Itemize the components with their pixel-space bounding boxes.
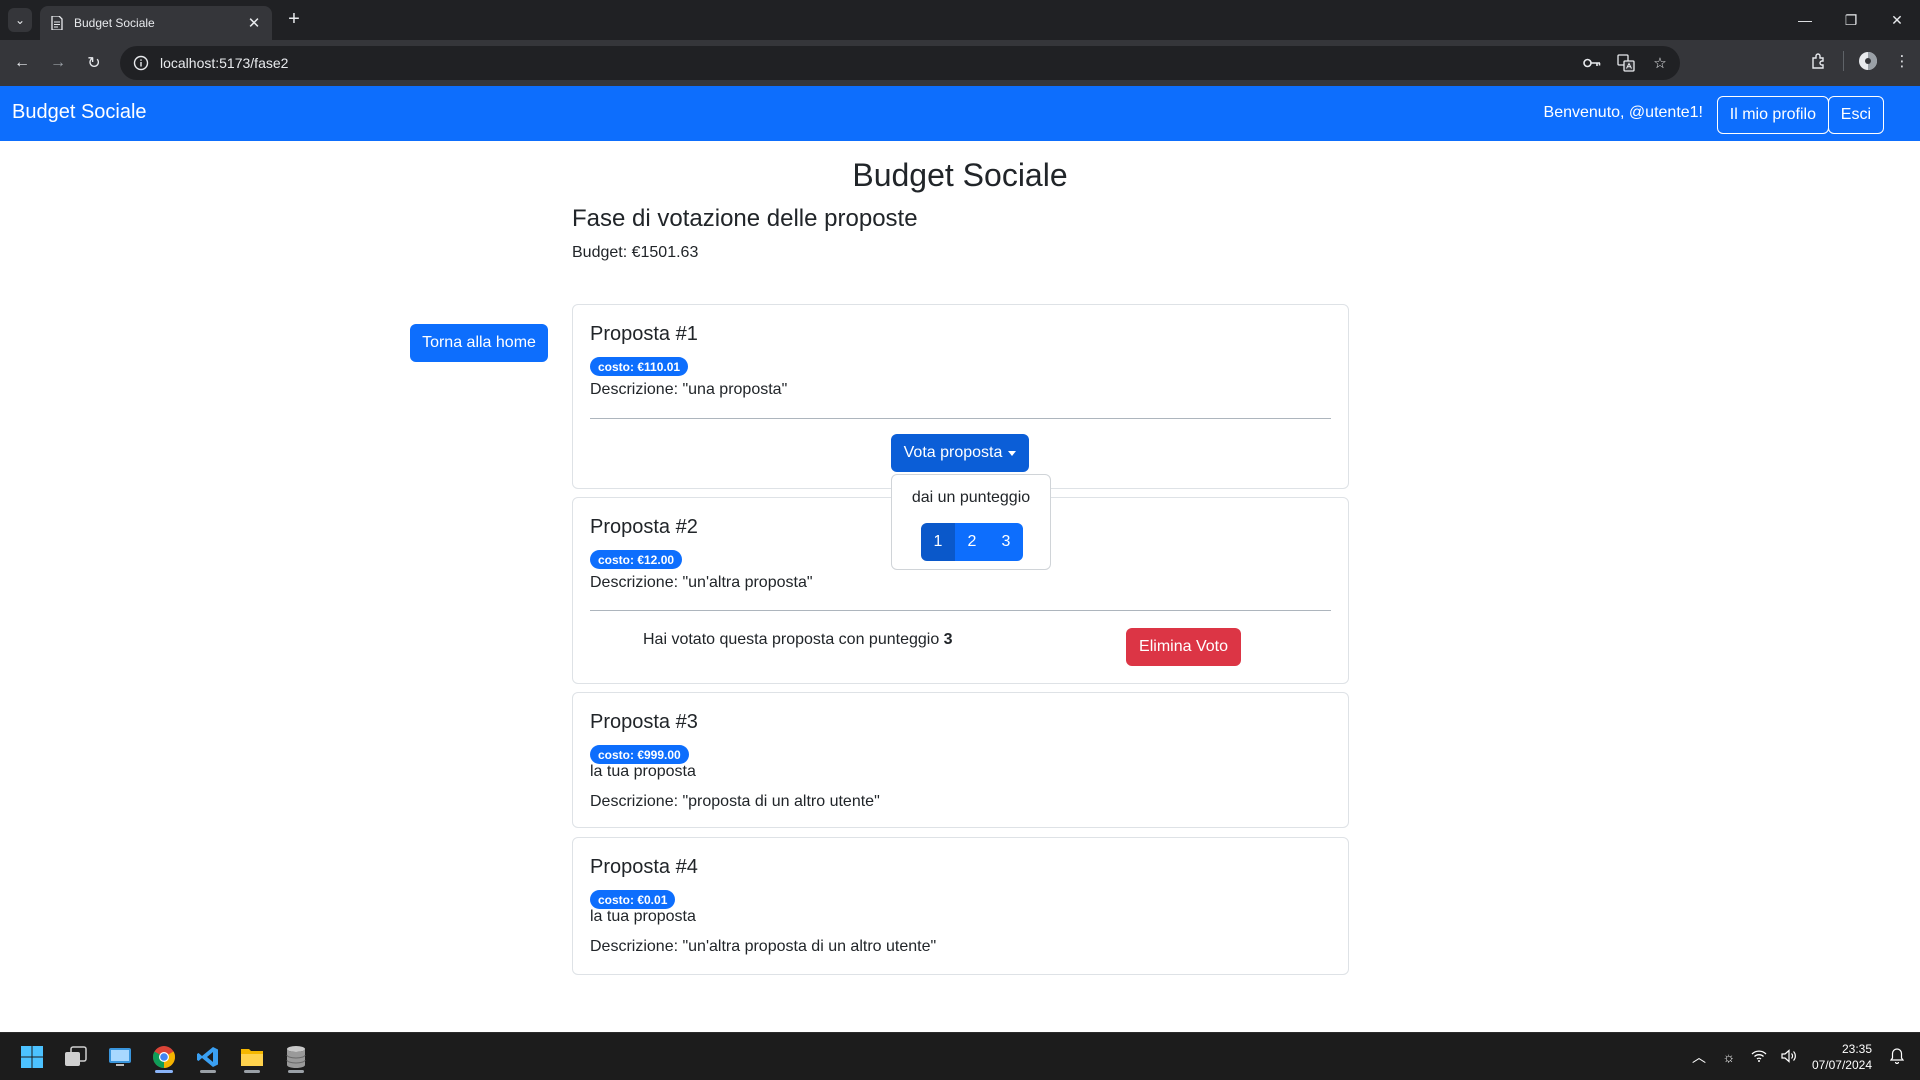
proposal-title: Proposta #3 — [590, 711, 698, 733]
folder-icon — [241, 1049, 263, 1066]
score-button-1[interactable]: 1 — [921, 523, 955, 561]
omnibox-actions: ☆ — [1582, 46, 1670, 80]
dropdown-label: dai un punteggio — [911, 489, 1031, 506]
welcome-text: Benvenuto, @utente1! — [1543, 104, 1703, 121]
password-key-icon[interactable] — [1582, 53, 1602, 73]
cost-badge: costo: €0.01 — [590, 890, 676, 909]
budget-text: Budget: €1501.63 — [572, 244, 699, 261]
notification-bell-icon[interactable] — [1882, 1047, 1912, 1067]
taskbar-app-desktop[interactable] — [100, 1041, 140, 1073]
address-bar[interactable]: localhost:5173/fase2 ☆ — [120, 46, 1680, 80]
cost-badge: costo: €999.00 — [590, 745, 689, 764]
score-button-2[interactable]: 2 — [955, 523, 989, 561]
card-divider — [590, 418, 1331, 419]
new-tab-button[interactable]: + — [282, 8, 306, 32]
reload-button[interactable]: ↻ — [82, 51, 106, 75]
back-home-button[interactable]: Torna alla home — [410, 324, 548, 362]
reload-icon: ↻ — [87, 55, 101, 72]
chevron-up-icon[interactable]: ︿ — [1684, 1047, 1714, 1067]
site-info-icon[interactable] — [132, 54, 150, 72]
wifi-icon[interactable] — [1744, 1049, 1774, 1065]
vscode-icon — [197, 1047, 218, 1067]
window-controls: — ❐ ✕ — [1782, 0, 1920, 40]
taskbar-app-explorer[interactable] — [232, 1041, 272, 1073]
volume-icon[interactable] — [1774, 1048, 1804, 1066]
taskbar-app-vscode[interactable] — [188, 1041, 228, 1073]
proposal-description: Descrizione: "un'altra proposta di un al… — [590, 938, 937, 955]
proposal-description: Descrizione: "una proposta" — [590, 381, 788, 398]
page-title: Budget Sociale — [852, 157, 1068, 193]
forward-button[interactable]: → — [46, 51, 70, 75]
proposal-title: Proposta #1 — [590, 323, 698, 345]
browser-tab[interactable]: Budget Sociale ✕ — [40, 6, 272, 40]
database-icon — [286, 1046, 306, 1068]
own-proposal-label: la tua proposta — [590, 763, 696, 780]
remote-desktop-icon — [109, 1048, 131, 1066]
arrow-left-icon: ← — [14, 54, 30, 71]
clock-time: 23:35 — [1841, 1042, 1872, 1056]
delete-vote-button[interactable]: Elimina Voto — [1126, 628, 1241, 666]
url-text: localhost:5173/fase2 — [160, 55, 289, 71]
phase-title: Fase di votazione delle proposte — [572, 205, 918, 232]
vote-dropdown-menu: dai un punteggio 1 2 3 — [891, 474, 1051, 570]
extensions-icon[interactable] — [1809, 51, 1829, 71]
windows-logo-icon — [21, 1046, 43, 1068]
tab-search-button[interactable]: ⌄ — [8, 8, 32, 32]
proposal-title: Proposta #4 — [590, 856, 698, 878]
proposal-card-4: Proposta #4 costo: €0.01 la tua proposta… — [572, 837, 1349, 975]
chrome-icon — [153, 1046, 175, 1068]
taskbar-app-chrome[interactable] — [144, 1041, 184, 1073]
logout-button[interactable]: Esci — [1827, 96, 1884, 134]
page-favicon-icon — [50, 15, 64, 31]
restore-button[interactable]: ❐ — [1828, 0, 1874, 40]
chrome-menu-icon[interactable]: ⋮ — [1892, 51, 1912, 71]
task-view-button[interactable] — [56, 1041, 96, 1073]
card-divider — [590, 610, 1331, 611]
own-proposal-label: la tua proposta — [590, 908, 696, 925]
toolbar-separator — [1843, 51, 1844, 71]
vote-proposal-button[interactable]: Vota proposta — [891, 434, 1029, 472]
cost-badge: costo: €12.00 — [590, 550, 683, 569]
windows-taskbar: ︿ ☼ 23:35 07/07/2024 — [0, 1032, 1920, 1080]
voted-status: Hai votato questa proposta con punteggio… — [643, 631, 953, 649]
open-indicator — [288, 1070, 304, 1073]
start-button[interactable] — [12, 1041, 52, 1073]
bookmark-star-icon[interactable]: ☆ — [1650, 53, 1670, 73]
open-indicator — [200, 1070, 216, 1073]
profile-button[interactable]: Il mio profilo — [1716, 96, 1829, 134]
cost-badge: costo: €110.01 — [590, 357, 689, 376]
voted-score: 3 — [943, 631, 953, 648]
arrow-right-icon: → — [50, 54, 66, 71]
active-indicator — [155, 1070, 173, 1073]
clock-date: 07/07/2024 — [1811, 1058, 1872, 1072]
voted-text: Hai votato questa proposta con punteggio — [643, 631, 944, 648]
close-window-button[interactable]: ✕ — [1874, 0, 1920, 40]
proposal-title: Proposta #2 — [590, 516, 698, 538]
tab-close-icon[interactable]: ✕ — [246, 14, 262, 32]
toolbar-right: ⋮ — [1809, 51, 1912, 71]
proposal-description: Descrizione: "proposta di un altro utent… — [590, 793, 880, 810]
tab-title: Budget Sociale — [74, 16, 155, 30]
system-clock[interactable]: 23:35 07/07/2024 — [1812, 1041, 1872, 1073]
task-view-icon — [65, 1046, 87, 1066]
browser-titlebar: ⌄ Budget Sociale ✕ + — ❐ ✕ — [0, 0, 1920, 40]
brightness-icon[interactable]: ☼ — [1714, 1049, 1744, 1065]
back-button[interactable]: ← — [10, 51, 34, 75]
score-button-group: 1 2 3 — [921, 523, 1023, 561]
proposal-description: Descrizione: "un'altra proposta" — [590, 574, 813, 591]
profile-avatar-icon[interactable] — [1858, 51, 1878, 71]
browser-toolbar: ← → ↻ localhost:5173/fase2 ☆ ⋮ — [0, 40, 1920, 86]
taskbar-app-database[interactable] — [276, 1041, 316, 1073]
system-tray: ︿ ☼ 23:35 07/07/2024 — [1684, 1033, 1920, 1080]
app-navbar: Budget Sociale Benvenuto, @utente1! Il m… — [0, 86, 1920, 141]
score-button-3[interactable]: 3 — [989, 523, 1023, 561]
navbar-brand[interactable]: Budget Sociale — [12, 101, 147, 124]
open-indicator — [244, 1070, 260, 1073]
minimize-button[interactable]: — — [1782, 0, 1828, 40]
proposal-card-3: Proposta #3 costo: €999.00 la tua propos… — [572, 692, 1349, 828]
vote-button-label: Vota proposta — [903, 444, 1003, 461]
translate-icon[interactable] — [1616, 53, 1636, 73]
chevron-down-icon: ⌄ — [14, 13, 26, 27]
caret-down-icon — [1008, 450, 1017, 456]
